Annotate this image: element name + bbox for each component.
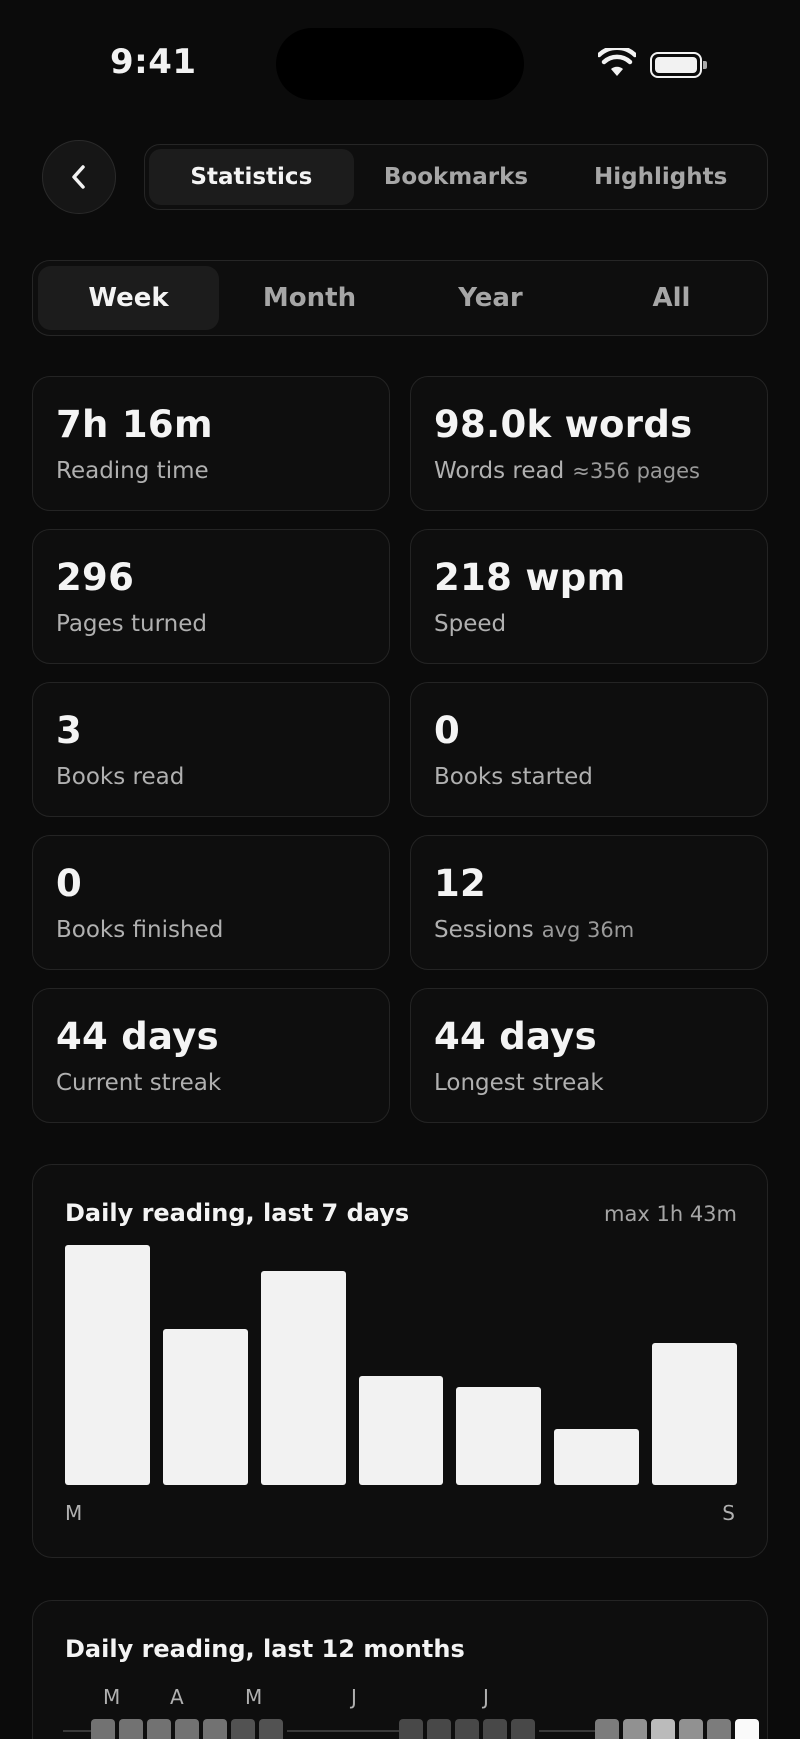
heatmap-cell: [91, 1719, 115, 1739]
stat-label: Words read: [434, 458, 565, 484]
tab-statistics[interactable]: Statistics: [149, 149, 354, 205]
heatmap-cell: [371, 1730, 399, 1732]
heatmap-cell: [343, 1730, 371, 1732]
weekly-chart-card: Daily reading, last 7 days max 1h 43m M …: [32, 1164, 768, 1558]
tab-bookmarks[interactable]: Bookmarks: [354, 149, 559, 205]
stat-value: 44 days: [434, 1015, 597, 1058]
stat-sub: ≈356 pages: [572, 459, 700, 483]
chart-max-label: max 1h 43m: [604, 1202, 737, 1226]
bar: [162, 1328, 248, 1485]
status-time: 9:41: [110, 42, 197, 82]
heatmap-cell: [735, 1719, 759, 1739]
stat-label: Books started: [434, 764, 593, 790]
stat-label: Speed: [434, 611, 507, 637]
heatmap-cell: [175, 1719, 199, 1739]
month-label: J: [483, 1685, 489, 1709]
heatmap-cell: [595, 1719, 619, 1739]
chart-title: Daily reading, last 7 days: [65, 1199, 410, 1227]
stat-value: 0: [434, 709, 461, 752]
stats-grid: 7h 16m Reading time 98.0k words Words re…: [32, 376, 768, 1123]
month-label: J: [351, 1685, 357, 1709]
section-tabs: Statistics Bookmarks Highlights: [144, 144, 768, 210]
heatmap-cell: [483, 1719, 507, 1739]
stat-sub: avg 36m: [541, 918, 635, 942]
heatmap-cell: [707, 1719, 731, 1739]
stat-value: 218 wpm: [434, 556, 626, 599]
stat-value: 3: [56, 709, 83, 752]
stat-label: Books finished: [56, 917, 224, 943]
stat-value: 0: [56, 862, 83, 905]
stat-card-current-streak: 44 days Current streak: [32, 988, 390, 1123]
stat-card-books-finished: 0 Books finished: [32, 835, 390, 970]
tab-highlights[interactable]: Highlights: [558, 149, 763, 205]
tab-all[interactable]: All: [581, 266, 762, 330]
stat-label: Longest streak: [434, 1070, 604, 1096]
bar: [652, 1342, 737, 1485]
chart-title: Daily reading, last 12 months: [65, 1635, 465, 1663]
heatmap-cell: [315, 1730, 343, 1732]
stat-label: Reading time: [56, 458, 209, 484]
heatmap-cell: [231, 1719, 255, 1739]
bar: [456, 1387, 542, 1485]
axis-label-end: S: [722, 1501, 735, 1525]
stat-value: 7h 16m: [56, 403, 213, 446]
stat-card-words-read: 98.0k words Words read ≈356 pages: [410, 376, 768, 511]
heatmap-cell: [455, 1719, 479, 1739]
stat-card-books-read: 3 Books read: [32, 682, 390, 817]
heatmap-cell: [623, 1719, 647, 1739]
stat-value: 44 days: [56, 1015, 219, 1058]
stat-card-reading-time: 7h 16m Reading time: [32, 376, 390, 511]
stat-value: 98.0k words: [434, 403, 693, 446]
tab-week[interactable]: Week: [38, 266, 219, 330]
heatmap-cell: [259, 1719, 283, 1739]
bar: [554, 1429, 640, 1485]
heatmap-cell: [399, 1719, 423, 1739]
heatmap-cell: [679, 1719, 703, 1739]
dynamic-island: [276, 28, 524, 100]
yearly-chart-card: Daily reading, last 12 months M A M J J: [32, 1600, 768, 1739]
heatmap-cell: [427, 1719, 451, 1739]
heatmap-cell: [63, 1730, 91, 1732]
stat-label: Books read: [56, 764, 185, 790]
back-button[interactable]: [42, 140, 116, 214]
tab-month[interactable]: Month: [219, 266, 400, 330]
bar: [260, 1270, 346, 1485]
heatmap-cell: [539, 1730, 567, 1732]
stat-value: 296: [56, 556, 135, 599]
stat-label: Current streak: [56, 1070, 222, 1096]
stat-value: 12: [434, 862, 487, 905]
month-label: M: [245, 1685, 263, 1709]
wifi-icon: [598, 48, 636, 76]
heatmap-cell: [567, 1730, 595, 1732]
heatmap-cell: [511, 1719, 535, 1739]
bar: [65, 1245, 150, 1485]
chevron-left-icon: [72, 165, 85, 189]
heatmap-cell: [147, 1719, 171, 1739]
stat-card-speed: 218 wpm Speed: [410, 529, 768, 664]
bar: [358, 1375, 444, 1485]
axis-label-start: M: [65, 1501, 83, 1525]
bar-area: [65, 1245, 737, 1485]
heatmap-cell: [287, 1730, 315, 1732]
stat-card-sessions: 12 Sessions avg 36m: [410, 835, 768, 970]
stat-card-longest-streak: 44 days Longest streak: [410, 988, 768, 1123]
battery-icon: [650, 52, 707, 78]
stat-label: Pages turned: [56, 611, 207, 637]
heatmap-cell: [651, 1719, 675, 1739]
month-label: M: [103, 1685, 121, 1709]
stat-label: Sessions: [434, 917, 534, 943]
heatmap-cell: [203, 1719, 227, 1739]
stat-card-pages-turned: 296 Pages turned: [32, 529, 390, 664]
tab-year[interactable]: Year: [400, 266, 581, 330]
month-label: A: [170, 1685, 184, 1709]
heatmap-cell: [119, 1719, 143, 1739]
period-tabs: Week Month Year All: [32, 260, 768, 336]
stat-card-books-started: 0 Books started: [410, 682, 768, 817]
